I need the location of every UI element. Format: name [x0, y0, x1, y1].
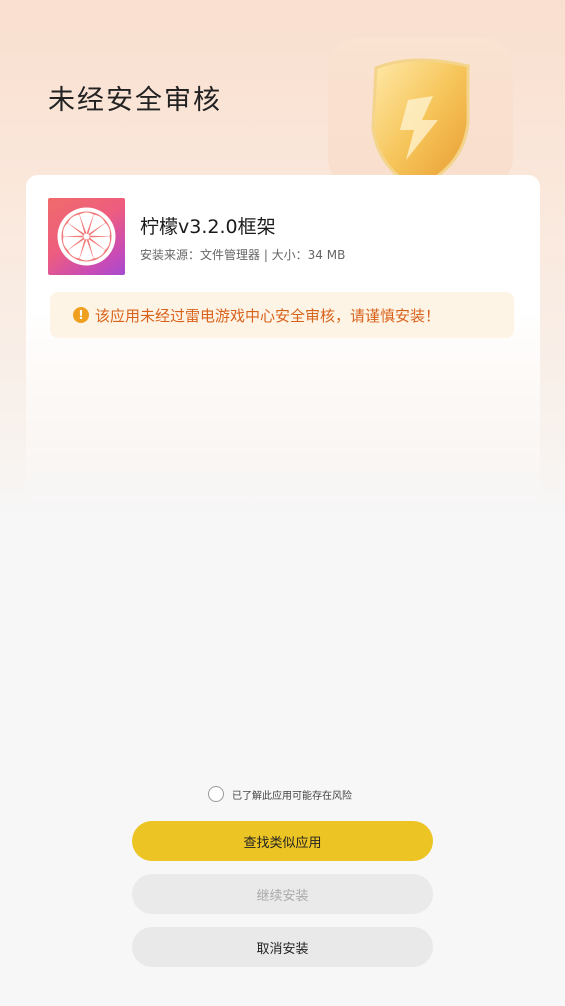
security-warning: ! 该应用未经过雷电游戏中心安全审核，请谨慎安装！ [50, 292, 514, 338]
risk-acknowledge-label[interactable]: 已了解此应用可能存在风险 [232, 787, 352, 802]
warning-text: 该应用未经过雷电游戏中心安全审核，请谨慎安装！ [95, 306, 441, 325]
lemon-slice-icon [57, 207, 116, 266]
risk-acknowledge-radio[interactable] [208, 786, 224, 802]
app-meta: 安装来源：文件管理器 | 大小：34 MB [140, 248, 346, 262]
exclamation-circle-icon: ! [73, 307, 89, 323]
risk-acknowledge[interactable]: 已了解此应用可能存在风险 [208, 786, 352, 802]
shield-illustration [318, 28, 518, 198]
cancel-install-button[interactable]: 取消安装 [132, 927, 433, 967]
find-similar-button[interactable]: 查找类似应用 [132, 821, 433, 861]
continue-install-button[interactable]: 继续安装 [132, 874, 433, 914]
app-name: 柠檬v3.2.0框架 [140, 216, 276, 238]
app-icon [48, 198, 125, 275]
page-title: 未经安全审核 [48, 85, 222, 116]
shield-icon [328, 38, 513, 190]
